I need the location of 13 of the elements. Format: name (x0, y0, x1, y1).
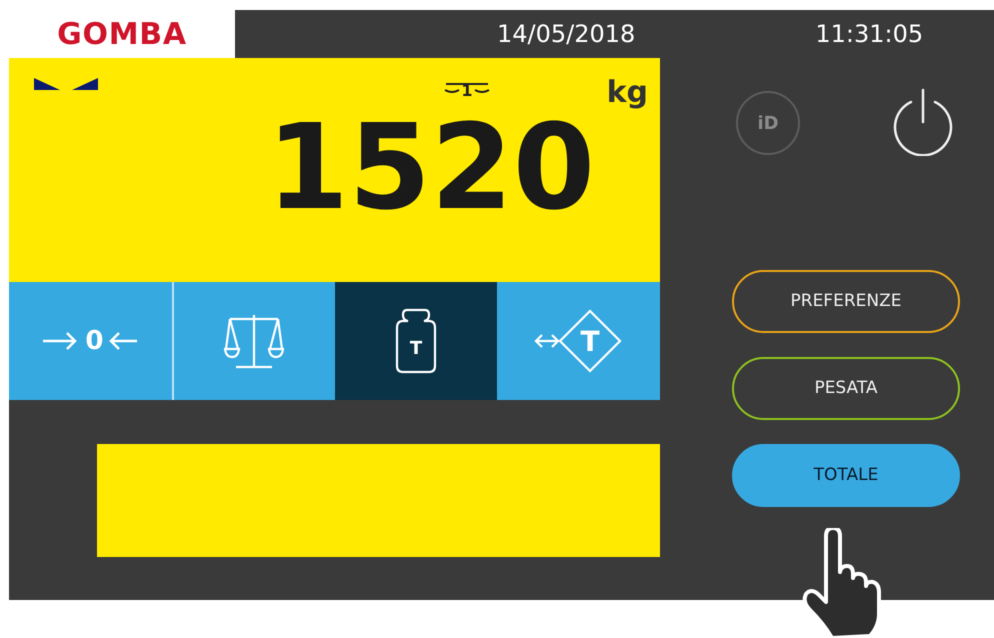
stability-icon (34, 78, 98, 92)
arrow-right-icon (41, 331, 80, 351)
menu-button[interactable]: PESATA (732, 357, 960, 420)
logo: GOMBA (57, 16, 187, 54)
menu-button[interactable]: TOTALE (732, 444, 960, 507)
tare-button[interactable]: T (334, 282, 498, 400)
date-text: 14/05/2018 (497, 19, 636, 50)
weight-value: 1520 (266, 108, 595, 226)
unit-label: kg (606, 74, 648, 112)
time-text: 11:31:05 (815, 19, 924, 50)
menu-button[interactable]: PREFERENZE (732, 270, 960, 333)
arrow-left-icon (109, 331, 140, 351)
power-icon[interactable] (891, 88, 955, 156)
